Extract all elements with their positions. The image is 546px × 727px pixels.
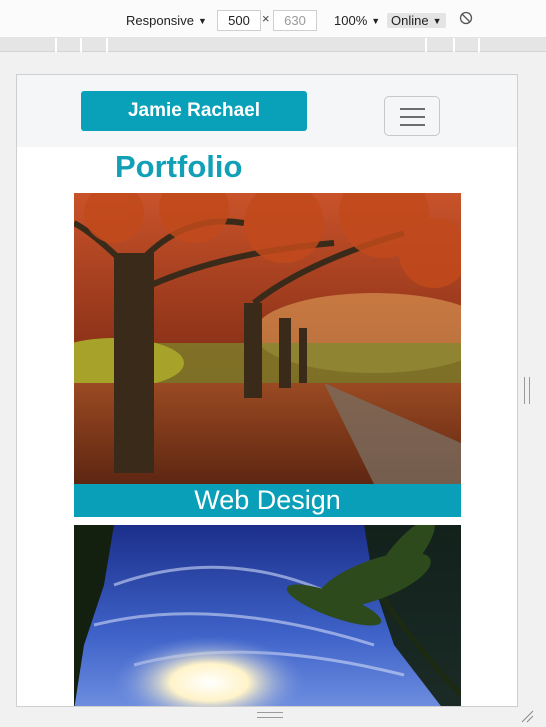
height-input[interactable]: 630 — [273, 10, 317, 31]
width-input[interactable]: 500 — [217, 10, 261, 31]
device-label: Responsive — [126, 13, 194, 28]
portfolio-item-caption[interactable]: Web Design — [74, 484, 461, 517]
chevron-down-icon: ▼ — [371, 16, 381, 26]
zoom-label: 100% — [334, 13, 368, 28]
navbar: Jamie Rachael — [17, 75, 517, 147]
portfolio-image-palm-sky — [74, 525, 461, 706]
hamburger-icon-bar — [400, 116, 425, 118]
page-title: Portfolio — [115, 149, 243, 184]
width-resize-handle[interactable] — [524, 377, 530, 404]
ruler-marker — [425, 38, 427, 52]
ruler-marker — [478, 38, 480, 52]
height-resize-handle[interactable] — [257, 712, 283, 718]
chevron-down-icon: ▼ — [197, 16, 207, 26]
dimension-separator: × — [262, 11, 270, 26]
network-select[interactable]: Online ▼ — [387, 10, 446, 31]
device-select[interactable]: Responsive ▼ — [126, 10, 207, 31]
network-label: Online — [391, 13, 429, 28]
hamburger-icon — [400, 108, 425, 110]
device-toolbar: Responsive ▼ 500 × 630 100% ▼ Online ▼ — [0, 0, 546, 38]
brand-button[interactable]: Jamie Rachael — [81, 91, 307, 131]
menu-toggle-button[interactable] — [384, 96, 440, 136]
ruler-marker — [55, 38, 57, 52]
ruler-marker — [80, 38, 82, 52]
corner-resize-icon[interactable] — [520, 709, 534, 723]
chevron-down-icon: ▼ — [432, 16, 442, 26]
ruler-marker — [106, 38, 108, 52]
zoom-select[interactable]: 100% ▼ — [334, 10, 380, 31]
ruler-marker — [453, 38, 455, 52]
media-query-ruler[interactable] — [0, 38, 546, 52]
page-viewport: Jamie Rachael Portfolio Web Design — [16, 74, 518, 707]
hamburger-icon-bar — [400, 124, 425, 126]
portfolio-image-autumn-trees — [74, 193, 461, 484]
rotate-disabled-icon[interactable] — [459, 11, 473, 25]
